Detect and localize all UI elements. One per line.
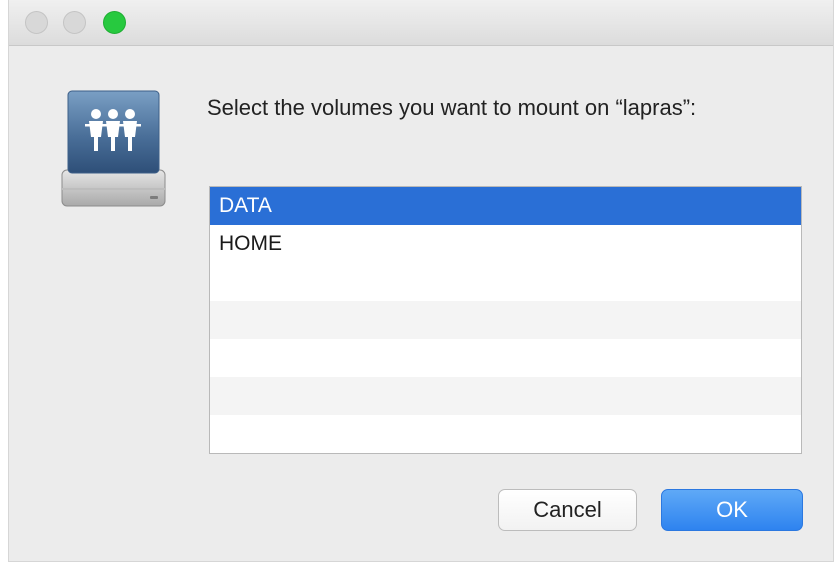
zoom-window-button[interactable]	[103, 11, 126, 34]
empty-row	[210, 377, 801, 415]
title-bar	[9, 0, 833, 46]
volume-item-home[interactable]: HOME	[210, 225, 801, 263]
volume-item-data[interactable]: DATA	[210, 187, 801, 225]
empty-row	[210, 301, 801, 339]
dialog-prompt: Select the volumes you want to mount on …	[207, 95, 697, 120]
empty-row	[210, 415, 801, 453]
cancel-button[interactable]: Cancel	[498, 489, 637, 531]
close-window-button[interactable]	[25, 11, 48, 34]
volume-list[interactable]: DATA HOME	[209, 186, 802, 454]
empty-row	[210, 263, 801, 301]
shared-server-icon	[61, 90, 166, 207]
minimize-window-button[interactable]	[63, 11, 86, 34]
ok-button[interactable]: OK	[661, 489, 803, 531]
empty-row	[210, 339, 801, 377]
mount-volumes-dialog: Select the volumes you want to mount on …	[8, 0, 834, 562]
